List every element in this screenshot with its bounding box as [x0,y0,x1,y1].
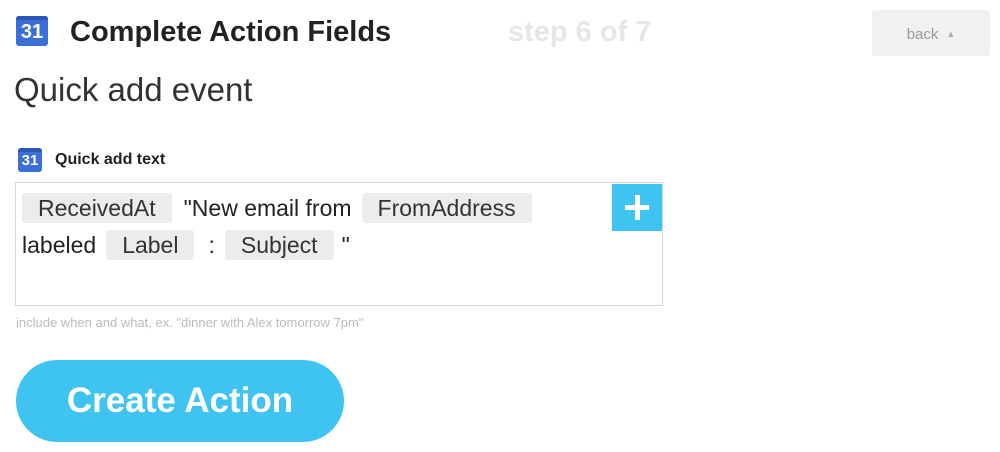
token-label[interactable]: Label [106,230,195,260]
create-action-button[interactable]: Create Action [16,360,344,442]
field-label: Quick add text [55,151,166,168]
section-title: Quick add event [14,71,253,108]
static-text: " [341,232,350,258]
field-line: labeled Label : Subject " [22,230,350,260]
quick-add-text-field[interactable]: ReceivedAt "New email from FromAddress l… [15,182,663,306]
token-received-at[interactable]: ReceivedAt [22,193,172,223]
back-button-label: back [906,26,939,43]
field-hint: include when and what, ex. "dinner with … [16,315,364,330]
static-text: : [208,232,215,258]
token-from-address[interactable]: FromAddress [361,193,532,223]
field-line: ReceivedAt "New email from FromAddress [22,193,532,223]
step-indicator: step 6 of 7 [508,16,652,48]
calendar-icon: 31 [16,16,48,46]
static-text: "New email from [183,195,352,221]
page-title: Complete Action Fields [70,16,392,48]
caret-up-icon: ▲ [946,29,956,39]
add-field-button[interactable] [612,184,662,231]
back-button[interactable]: back ▲ [872,10,990,56]
token-subject[interactable]: Subject [224,230,334,260]
calendar-icon: 31 [18,148,42,172]
static-text: labeled [22,232,97,258]
